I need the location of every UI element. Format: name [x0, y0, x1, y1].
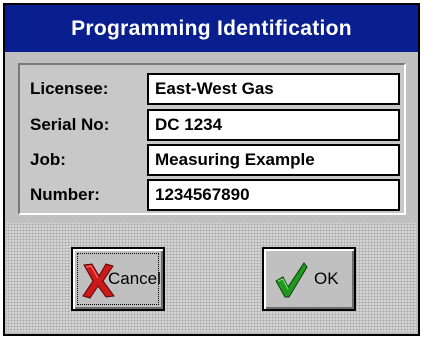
- ok-button-label: OK: [314, 269, 339, 288]
- programming-identification-dialog: Programming Identification Licensee: Eas…: [3, 3, 420, 336]
- dialog-title: Programming Identification: [71, 17, 352, 40]
- serial-no-label: Serial No:: [30, 115, 110, 134]
- dialog-title-bar: Programming Identification: [5, 5, 418, 52]
- cancel-button[interactable]: Cancel: [71, 247, 165, 311]
- identification-fields-panel: Licensee: East-West Gas Serial No: DC 12…: [18, 63, 406, 215]
- number-row: Number: 1234567890: [30, 179, 400, 211]
- serial-no-row: Serial No: DC 1234: [30, 109, 400, 141]
- serial-no-field[interactable]: DC 1234: [147, 109, 400, 141]
- green-checkmark-icon: [275, 262, 308, 298]
- licensee-row: Licensee: East-West Gas: [30, 73, 400, 105]
- ok-button[interactable]: OK: [262, 247, 356, 311]
- number-field[interactable]: 1234567890: [147, 179, 400, 211]
- job-field[interactable]: Measuring Example: [147, 144, 400, 176]
- licensee-field[interactable]: East-West Gas: [147, 73, 400, 105]
- cancel-button-label: Cancel: [108, 269, 161, 288]
- licensee-label: Licensee:: [30, 79, 109, 98]
- number-label: Number:: [30, 185, 100, 204]
- job-row: Job: Measuring Example: [30, 144, 400, 176]
- job-label: Job:: [30, 150, 66, 169]
